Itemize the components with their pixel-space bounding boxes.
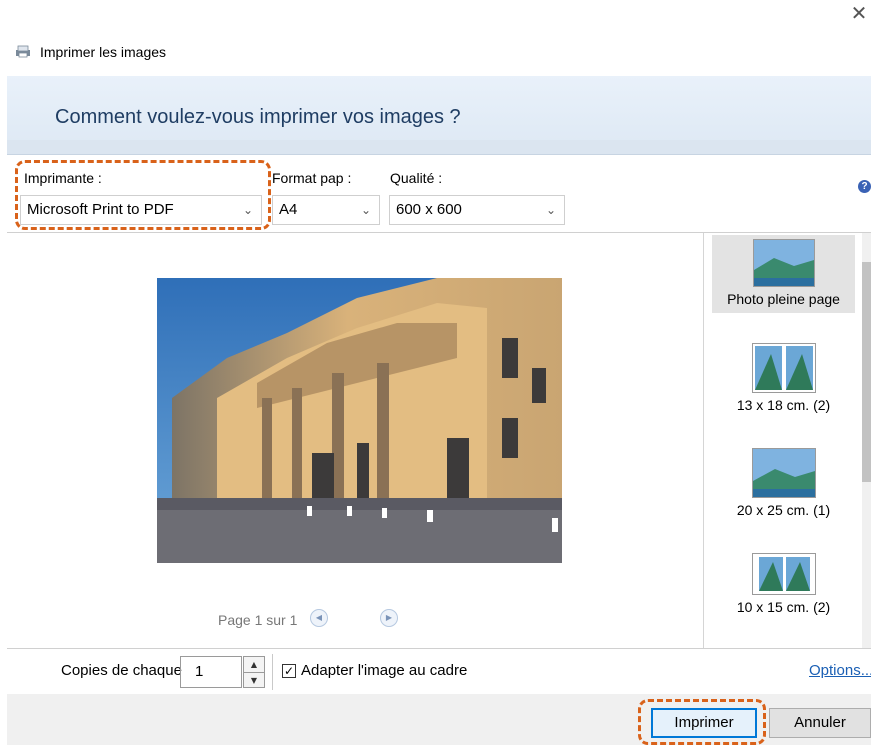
paper-size-select[interactable]: A4 ⌄: [272, 195, 380, 225]
arrow-right-icon: ▶: [385, 613, 393, 622]
quality-value: 600 x 600: [396, 201, 462, 218]
page-indicator: Page 1 sur 1: [218, 612, 298, 628]
layout-panel: Photo pleine page 13 x 18 cm. (2) 20 x 2…: [703, 233, 871, 648]
header-divider: [7, 140, 871, 154]
layout-item[interactable]: Photo pleine page: [712, 235, 855, 313]
fit-to-frame-checkbox[interactable]: ✓: [282, 664, 296, 678]
layout-item[interactable]: 10 x 15 cm. (2): [712, 553, 855, 633]
layout-label: 10 x 15 cm. (2): [736, 599, 831, 615]
options-link[interactable]: Options...: [809, 662, 871, 679]
two-photo-thumbnail-icon: [751, 343, 816, 393]
quality-label: Qualité :: [390, 170, 443, 186]
landscape-thumbnail-icon: [751, 448, 816, 498]
layout-label: 20 x 25 cm. (1): [736, 502, 831, 518]
cancel-button[interactable]: Annuler: [769, 708, 871, 738]
layout-label: Photo pleine page: [727, 291, 840, 307]
close-icon[interactable]: ✕: [848, 2, 870, 24]
arrow-left-icon: ◀: [315, 613, 323, 622]
previous-page-button[interactable]: ◀: [310, 609, 328, 627]
scrollbar-thumb[interactable]: [862, 262, 871, 482]
divider: [272, 654, 273, 690]
chevron-down-icon: ⌄: [360, 203, 371, 217]
layout-item[interactable]: 13 x 18 cm. (2): [712, 343, 855, 423]
paper-size-label: Format pap :: [272, 170, 352, 186]
fit-to-frame-label: Adapter l'image au cadre: [301, 662, 468, 679]
chevron-up-icon[interactable]: ▲: [244, 657, 264, 673]
chevron-down-icon[interactable]: ▼: [244, 673, 264, 688]
landscape-thumbnail-icon: [752, 239, 815, 287]
printer-icon: [14, 44, 32, 58]
window-title: Imprimer les images: [40, 44, 167, 60]
copies-input[interactable]: 1: [180, 656, 242, 688]
quality-select[interactable]: 600 x 600 ⌄: [389, 195, 565, 225]
printer-highlight: [15, 160, 271, 230]
paper-size-value: A4: [279, 201, 298, 218]
print-highlight: [638, 699, 766, 745]
two-photo-thumbnail-icon: [751, 553, 816, 595]
layout-label: 13 x 18 cm. (2): [736, 397, 831, 413]
divider: [7, 648, 871, 649]
copies-stepper[interactable]: ▲ ▼: [243, 656, 265, 688]
help-icon[interactable]: ?: [858, 180, 871, 193]
page-title: Comment voulez-vous imprimer vos images …: [55, 106, 461, 128]
layout-item[interactable]: 20 x 25 cm. (1): [712, 448, 855, 528]
next-page-button[interactable]: ▶: [380, 609, 398, 627]
preview-photo: [157, 278, 562, 563]
chevron-down-icon: ⌄: [545, 203, 556, 217]
copies-label: Copies de chaque: [61, 662, 182, 679]
